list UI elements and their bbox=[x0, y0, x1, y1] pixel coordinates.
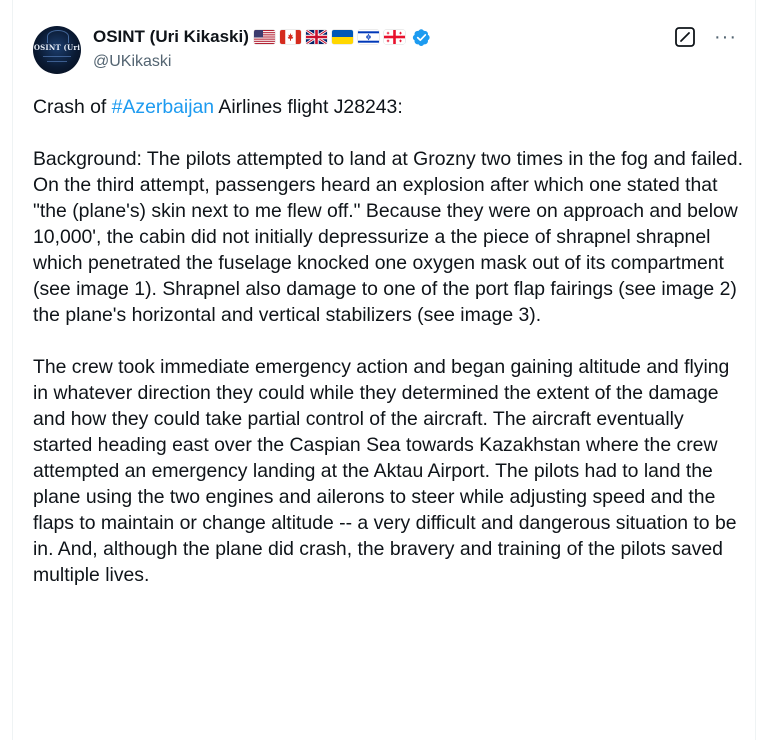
avatar-text: OSINT (Uri bbox=[33, 43, 81, 52]
author-handle[interactable]: @UKikaski bbox=[93, 53, 171, 71]
avatar-decor-line bbox=[47, 61, 67, 62]
name-row: OSINT (Uri Kikaski) bbox=[93, 26, 431, 48]
ukraine-flag-icon bbox=[331, 30, 353, 44]
georgia-flag-icon bbox=[383, 30, 405, 44]
grok-icon[interactable] bbox=[674, 26, 696, 48]
avatar[interactable]: OSINT (Uri bbox=[33, 26, 81, 74]
tweet-header: OSINT (Uri Kikaski) @UKikaski bbox=[93, 26, 755, 74]
uk-flag-icon bbox=[305, 30, 327, 44]
tweet-text: Crash of #Azerbaijan Airlines flight J28… bbox=[33, 94, 745, 588]
canada-flag-icon bbox=[279, 30, 301, 44]
verified-badge-icon[interactable] bbox=[412, 28, 431, 47]
israel-flag-icon bbox=[357, 30, 379, 44]
tweet-card: OSINT (Uri OSINT (Uri Kikaski) @UKikaski… bbox=[12, 0, 756, 740]
tweet-text-segment: Crash of bbox=[33, 96, 112, 118]
us-flag-icon bbox=[253, 30, 275, 44]
hashtag-link[interactable]: #Azerbaijan bbox=[112, 96, 214, 118]
tweet-text-segment: Airlines flight J28243: bbox=[214, 96, 403, 118]
flag-list bbox=[253, 30, 410, 44]
tweet-paragraph: The crew took immediate emergency action… bbox=[33, 356, 737, 586]
avatar-globe-icon bbox=[47, 30, 69, 43]
tweet-actions: ··· bbox=[674, 26, 737, 48]
avatar-decor-line bbox=[43, 56, 71, 57]
author-name[interactable]: OSINT (Uri Kikaski) bbox=[93, 27, 249, 47]
tweet-paragraph: Crash of #Azerbaijan Airlines flight J28… bbox=[33, 94, 745, 120]
more-options-button[interactable]: ··· bbox=[714, 27, 737, 47]
tweet-paragraph: Background: The pilots attempted to land… bbox=[33, 148, 743, 326]
